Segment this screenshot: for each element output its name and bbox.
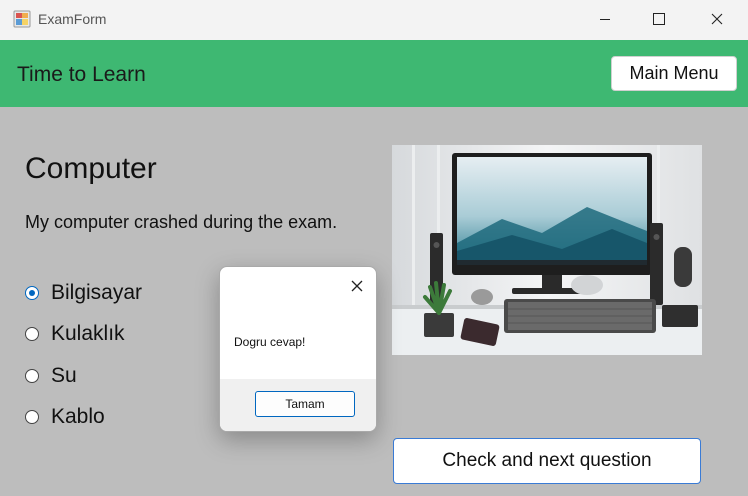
radio-button[interactable] — [25, 369, 39, 383]
close-button[interactable] — [694, 0, 740, 38]
app-icon — [13, 10, 31, 28]
dialog-message: Dogru cevap! — [234, 335, 306, 349]
radio-button[interactable] — [25, 410, 39, 424]
option-label: Kulaklık — [51, 322, 125, 345]
minimize-icon — [600, 19, 610, 20]
minimize-button[interactable] — [582, 0, 628, 38]
question-title: Computer — [25, 152, 157, 185]
window-titlebar: ExamForm — [0, 0, 748, 40]
option-label: Kablo — [51, 405, 105, 428]
option-kulaklik[interactable]: Kulaklık — [25, 322, 125, 346]
check-next-question-button[interactable]: Check and next question — [393, 438, 701, 484]
close-icon — [711, 13, 723, 25]
main-menu-button[interactable]: Main Menu — [611, 56, 737, 91]
option-label: Bilgisayar — [51, 281, 143, 304]
ok-button[interactable]: Tamam — [255, 391, 355, 417]
maximize-button[interactable] — [636, 0, 682, 38]
option-su[interactable]: Su — [25, 364, 77, 388]
radio-button[interactable] — [25, 327, 39, 341]
option-bilgisayar[interactable]: Bilgisayar — [25, 281, 142, 305]
question-image — [392, 145, 702, 355]
option-kablo[interactable]: Kablo — [25, 405, 105, 429]
maximize-icon — [653, 13, 665, 25]
message-dialog: Dogru cevap! Tamam — [219, 266, 377, 432]
question-text: My computer crashed during the exam. — [25, 212, 338, 232]
option-label: Su — [51, 364, 77, 387]
close-icon — [351, 280, 363, 292]
window-title: ExamForm — [38, 11, 107, 27]
header-title: Time to Learn — [17, 63, 146, 86]
radio-button-checked[interactable] — [25, 286, 39, 300]
dialog-close-button[interactable] — [344, 273, 370, 299]
